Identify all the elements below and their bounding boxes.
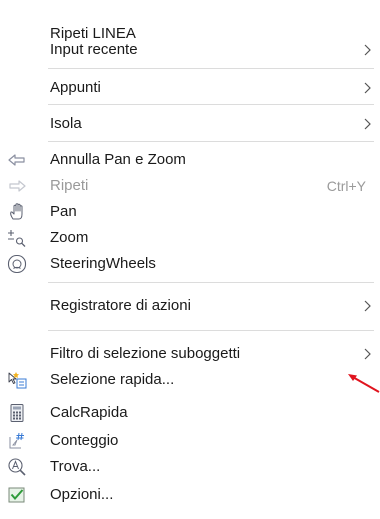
menu-item-zoom[interactable]: Zoom (0, 224, 380, 252)
menu-separator (48, 330, 374, 331)
calculator-icon (10, 404, 24, 422)
menu-item-label: Opzioni... (50, 486, 114, 503)
menu-item-options[interactable]: Opzioni... (0, 481, 380, 509)
undo-arrow-icon (8, 154, 25, 166)
zoom-icon (8, 230, 26, 247)
menu-item-label: Appunti (50, 79, 101, 96)
context-menu: Ripeti LINEA Input recente Appunti Isola… (0, 0, 380, 519)
menu-item-recent-input[interactable]: Input recente (0, 36, 380, 64)
menu-separator (48, 104, 374, 105)
menu-item-label: Filtro di selezione suboggetti (50, 345, 241, 362)
menu-item-label: Pan (50, 203, 77, 220)
shortcut-label: Ctrl+Y (326, 178, 366, 194)
submenu-chevron-icon (364, 44, 371, 56)
menu-separator (48, 282, 374, 283)
submenu-chevron-icon (364, 300, 371, 312)
menu-item-label: Annulla Pan e Zoom (50, 151, 186, 168)
menu-item-redo[interactable]: Ripeti Ctrl+Y (0, 172, 380, 200)
menu-item-quick-calc[interactable]: CalcRapida (0, 399, 380, 427)
menu-item-action-recorder[interactable]: Registratore di azioni (0, 292, 380, 320)
find-icon (8, 458, 26, 476)
menu-item-label: Trova... (50, 458, 101, 475)
submenu-chevron-icon (364, 348, 371, 360)
menu-item-label: Registratore di azioni (50, 297, 191, 314)
menu-separator (48, 68, 374, 69)
menu-item-find[interactable]: Trova... (0, 453, 380, 481)
menu-item-count[interactable]: Conteggio (0, 427, 380, 455)
menu-item-label: Conteggio (50, 432, 119, 449)
redo-arrow-icon (9, 180, 26, 192)
menu-item-subobject-selection-filter[interactable]: Filtro di selezione suboggetti (0, 340, 380, 368)
menu-item-pan[interactable]: Pan (0, 198, 380, 226)
menu-item-label: Zoom (50, 229, 89, 246)
menu-item-label: Input recente (50, 41, 138, 58)
menu-item-label: SteeringWheels (50, 255, 156, 272)
submenu-chevron-icon (364, 82, 371, 94)
menu-item-label: Ripeti (50, 177, 89, 194)
menu-item-quick-select[interactable]: Selezione rapida... (0, 366, 380, 394)
menu-item-label: Isola (50, 115, 82, 132)
quick-select-icon (8, 372, 27, 389)
steering-wheel-icon (7, 254, 27, 274)
menu-item-undo-pan-zoom[interactable]: Annulla Pan e Zoom (0, 146, 380, 174)
menu-item-clipboard[interactable]: Appunti (0, 74, 380, 102)
hand-pan-icon (10, 203, 23, 220)
menu-separator (48, 141, 374, 142)
menu-item-isolate[interactable]: Isola (0, 110, 380, 138)
menu-item-label: CalcRapida (50, 404, 128, 421)
annotation-arrow (348, 374, 380, 393)
menu-item-steering-wheels[interactable]: SteeringWheels (0, 250, 380, 278)
submenu-chevron-icon (364, 118, 371, 130)
count-icon (9, 432, 24, 449)
menu-item-label: Selezione rapida... (50, 371, 175, 388)
options-checkmark-icon (8, 487, 25, 503)
